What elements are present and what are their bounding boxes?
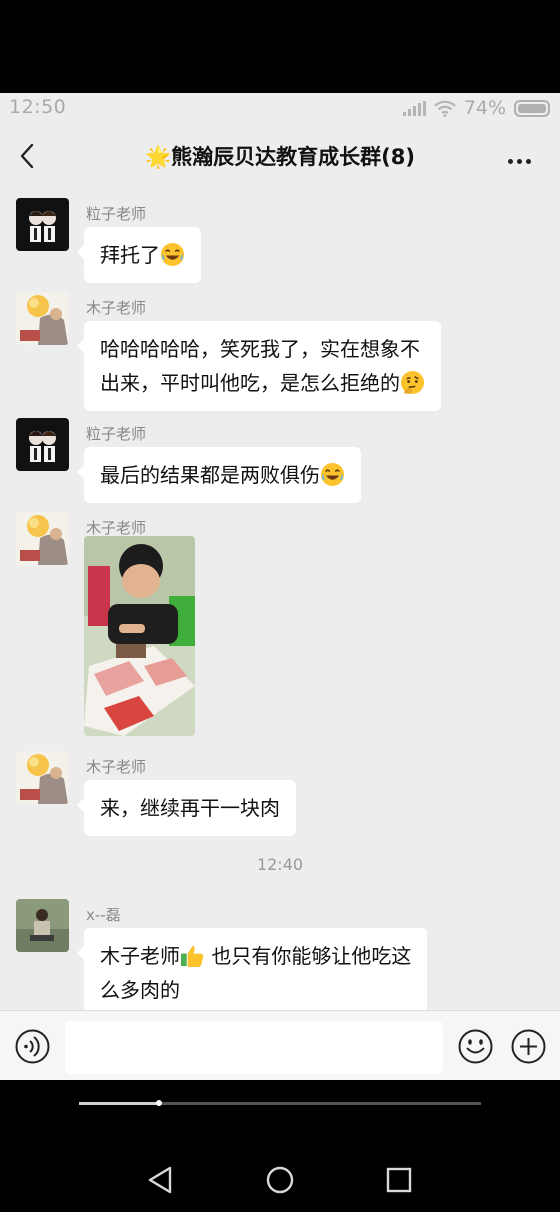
message-text: 拜托了	[100, 243, 160, 267]
status-indicators: 74%	[402, 97, 550, 119]
sender-name: 木子老师	[86, 758, 147, 776]
laughing-emoji-icon	[160, 242, 185, 267]
laughing-emoji-icon	[320, 462, 345, 487]
chat-timestamp: 12:40	[256, 855, 304, 874]
thinking-emoji-icon	[400, 370, 425, 395]
message-text: 来，继续再干一块肉	[100, 796, 280, 820]
message-bubble[interactable]: 最后的结果都是两败俱伤	[77, 447, 361, 503]
avatar[interactable]	[16, 751, 69, 804]
sender-name: 木子老师	[86, 299, 147, 317]
message-text: 最后的结果都是两败俱伤	[100, 463, 320, 487]
message-bubble[interactable]: 哈哈哈哈哈，笑死我了，实在想象不 出来，平时叫他吃，是怎么拒绝的	[77, 321, 441, 411]
plus-icon[interactable]	[511, 1029, 546, 1064]
emoji-face-icon[interactable]	[458, 1029, 493, 1064]
nav-recents-icon[interactable]	[379, 1160, 419, 1200]
avatar[interactable]	[16, 198, 69, 251]
sender-name: 粒子老师	[86, 425, 147, 443]
status-time: 12:50	[9, 96, 67, 118]
message-text: 哈哈哈哈哈，笑死我了，实在想象不	[100, 337, 420, 361]
phone-screen: 12:50 74% 🌟熊瀚辰贝达教育成长群(8) 粒子老师 拜托了 木子老师 哈…	[0, 93, 560, 1080]
message-text: 也只有你能够让他吃这	[205, 944, 412, 968]
message-text: 木子老师	[100, 944, 180, 968]
message-bubble[interactable]: 拜托了	[77, 227, 201, 283]
avatar[interactable]	[16, 512, 69, 565]
chat-title: 🌟熊瀚辰贝达教育成长群(8)	[145, 145, 415, 169]
nav-back-icon[interactable]	[140, 1160, 180, 1200]
avatar[interactable]	[16, 292, 69, 345]
scroll-indicator-dot	[156, 1100, 163, 1106]
input-bar	[0, 1010, 560, 1080]
sender-name: 粒子老师	[86, 205, 147, 223]
top-black-bar	[0, 0, 560, 93]
avatar[interactable]	[16, 418, 69, 471]
message-input[interactable]	[65, 1021, 443, 1074]
thumbs-up-emoji-icon	[180, 945, 204, 968]
photo-message[interactable]	[84, 536, 195, 736]
avatar[interactable]	[16, 899, 69, 952]
wifi-icon	[433, 100, 456, 117]
nav-home-icon[interactable]	[260, 1160, 300, 1200]
message-text: 么多肉的	[100, 978, 180, 1002]
sender-name: 木子老师	[86, 519, 147, 537]
message-text: 出来，平时叫他吃，是怎么拒绝的	[100, 371, 400, 395]
chat-header: 🌟熊瀚辰贝达教育成长群(8)	[0, 123, 560, 189]
status-bar: 12:50 74%	[0, 93, 560, 123]
scroll-indicator	[79, 1100, 481, 1106]
more-icon[interactable]	[508, 149, 538, 164]
message-bubble[interactable]: 木子老师 也只有你能够让他吃这 么多肉的	[76, 928, 428, 1018]
scroll-indicator-fill	[79, 1102, 160, 1105]
sender-name: x--磊	[86, 906, 121, 924]
battery-icon	[514, 99, 550, 117]
message-bubble[interactable]: 来，继续再干一块肉	[77, 780, 296, 836]
battery-percent: 74%	[463, 97, 506, 119]
signal-icon	[402, 100, 426, 116]
voice-icon[interactable]	[15, 1029, 50, 1064]
